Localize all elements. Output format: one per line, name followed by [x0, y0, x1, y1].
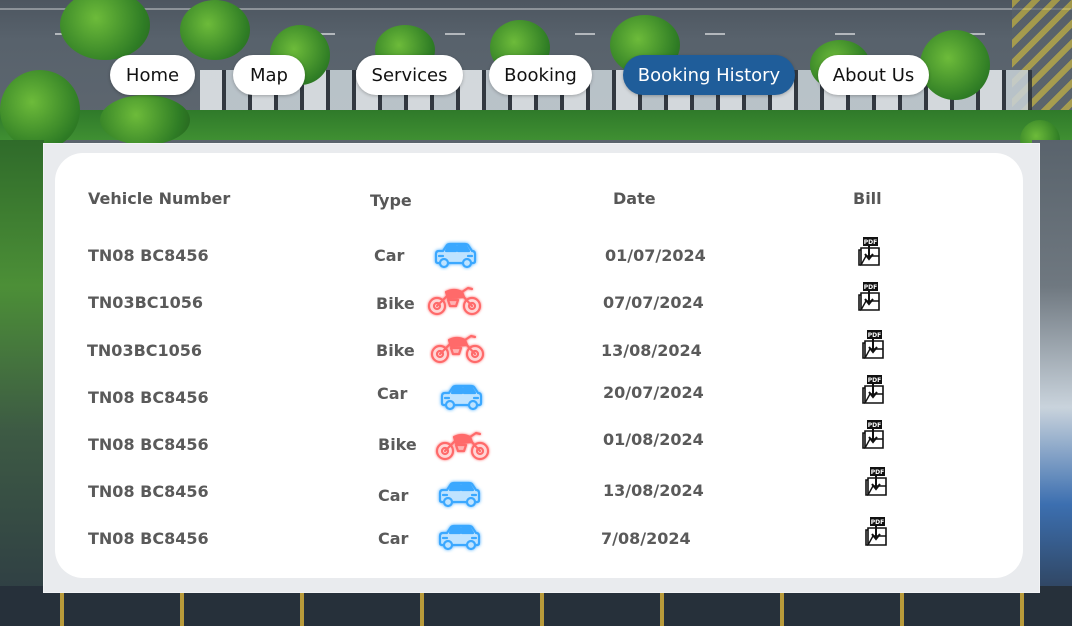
- pdf-download-icon[interactable]: [861, 419, 887, 449]
- vehicle-type: Bike: [378, 435, 417, 454]
- main-navigation: Home Map Services Booking Booking Histor…: [0, 0, 1072, 150]
- booking-date: 01/07/2024: [605, 246, 706, 265]
- car-icon: [430, 239, 480, 271]
- pdf-download-icon[interactable]: [857, 236, 883, 266]
- vehicle-number: TN08 BC8456: [88, 529, 209, 548]
- vehicle-type: Bike: [376, 294, 415, 313]
- vehicle-number: TN08 BC8456: [88, 482, 209, 501]
- header-type: Type: [370, 191, 412, 210]
- vehicle-number: TN08 BC8456: [88, 246, 209, 265]
- pdf-download-icon[interactable]: [864, 466, 890, 496]
- booking-date: 01/08/2024: [603, 430, 704, 449]
- booking-date: 07/07/2024: [603, 293, 704, 312]
- vehicle-type: Car: [378, 529, 409, 548]
- nav-about-us[interactable]: About Us: [818, 55, 929, 95]
- car-icon: [434, 521, 484, 553]
- vehicle-type: Car: [378, 486, 409, 505]
- pdf-download-icon[interactable]: [861, 374, 887, 404]
- header-date: Date: [613, 189, 656, 208]
- nav-map[interactable]: Map: [233, 55, 305, 95]
- booking-date: 13/08/2024: [601, 341, 702, 360]
- vehicle-number: TN03BC1056: [88, 293, 204, 312]
- booking-date: 7/08/2024: [601, 529, 691, 548]
- bike-icon: [434, 427, 492, 463]
- booking-date: 13/08/2024: [603, 481, 704, 500]
- nav-home[interactable]: Home: [110, 55, 195, 95]
- bike-icon: [426, 282, 484, 318]
- vehicle-number: TN08 BC8456: [88, 388, 209, 407]
- booking-history-card: [55, 153, 1023, 578]
- vehicle-number: TN03BC1056: [87, 341, 203, 360]
- header-bill: Bill: [853, 189, 882, 208]
- nav-booking-history[interactable]: Booking History: [623, 55, 795, 95]
- bike-icon: [429, 330, 487, 366]
- pdf-download-icon[interactable]: [864, 516, 890, 546]
- booking-date: 20/07/2024: [603, 383, 704, 402]
- nav-booking[interactable]: Booking: [489, 55, 592, 95]
- vehicle-number: TN08 BC8456: [88, 435, 209, 454]
- car-icon: [436, 381, 486, 413]
- car-icon: [434, 478, 484, 510]
- vehicle-type: Car: [374, 246, 405, 265]
- header-vehicle-number: Vehicle Number: [88, 189, 231, 208]
- vehicle-type: Bike: [376, 341, 415, 360]
- pdf-download-icon[interactable]: [857, 281, 883, 311]
- vehicle-type: Car: [377, 384, 408, 403]
- nav-services[interactable]: Services: [356, 55, 463, 95]
- pdf-download-icon[interactable]: [861, 329, 887, 359]
